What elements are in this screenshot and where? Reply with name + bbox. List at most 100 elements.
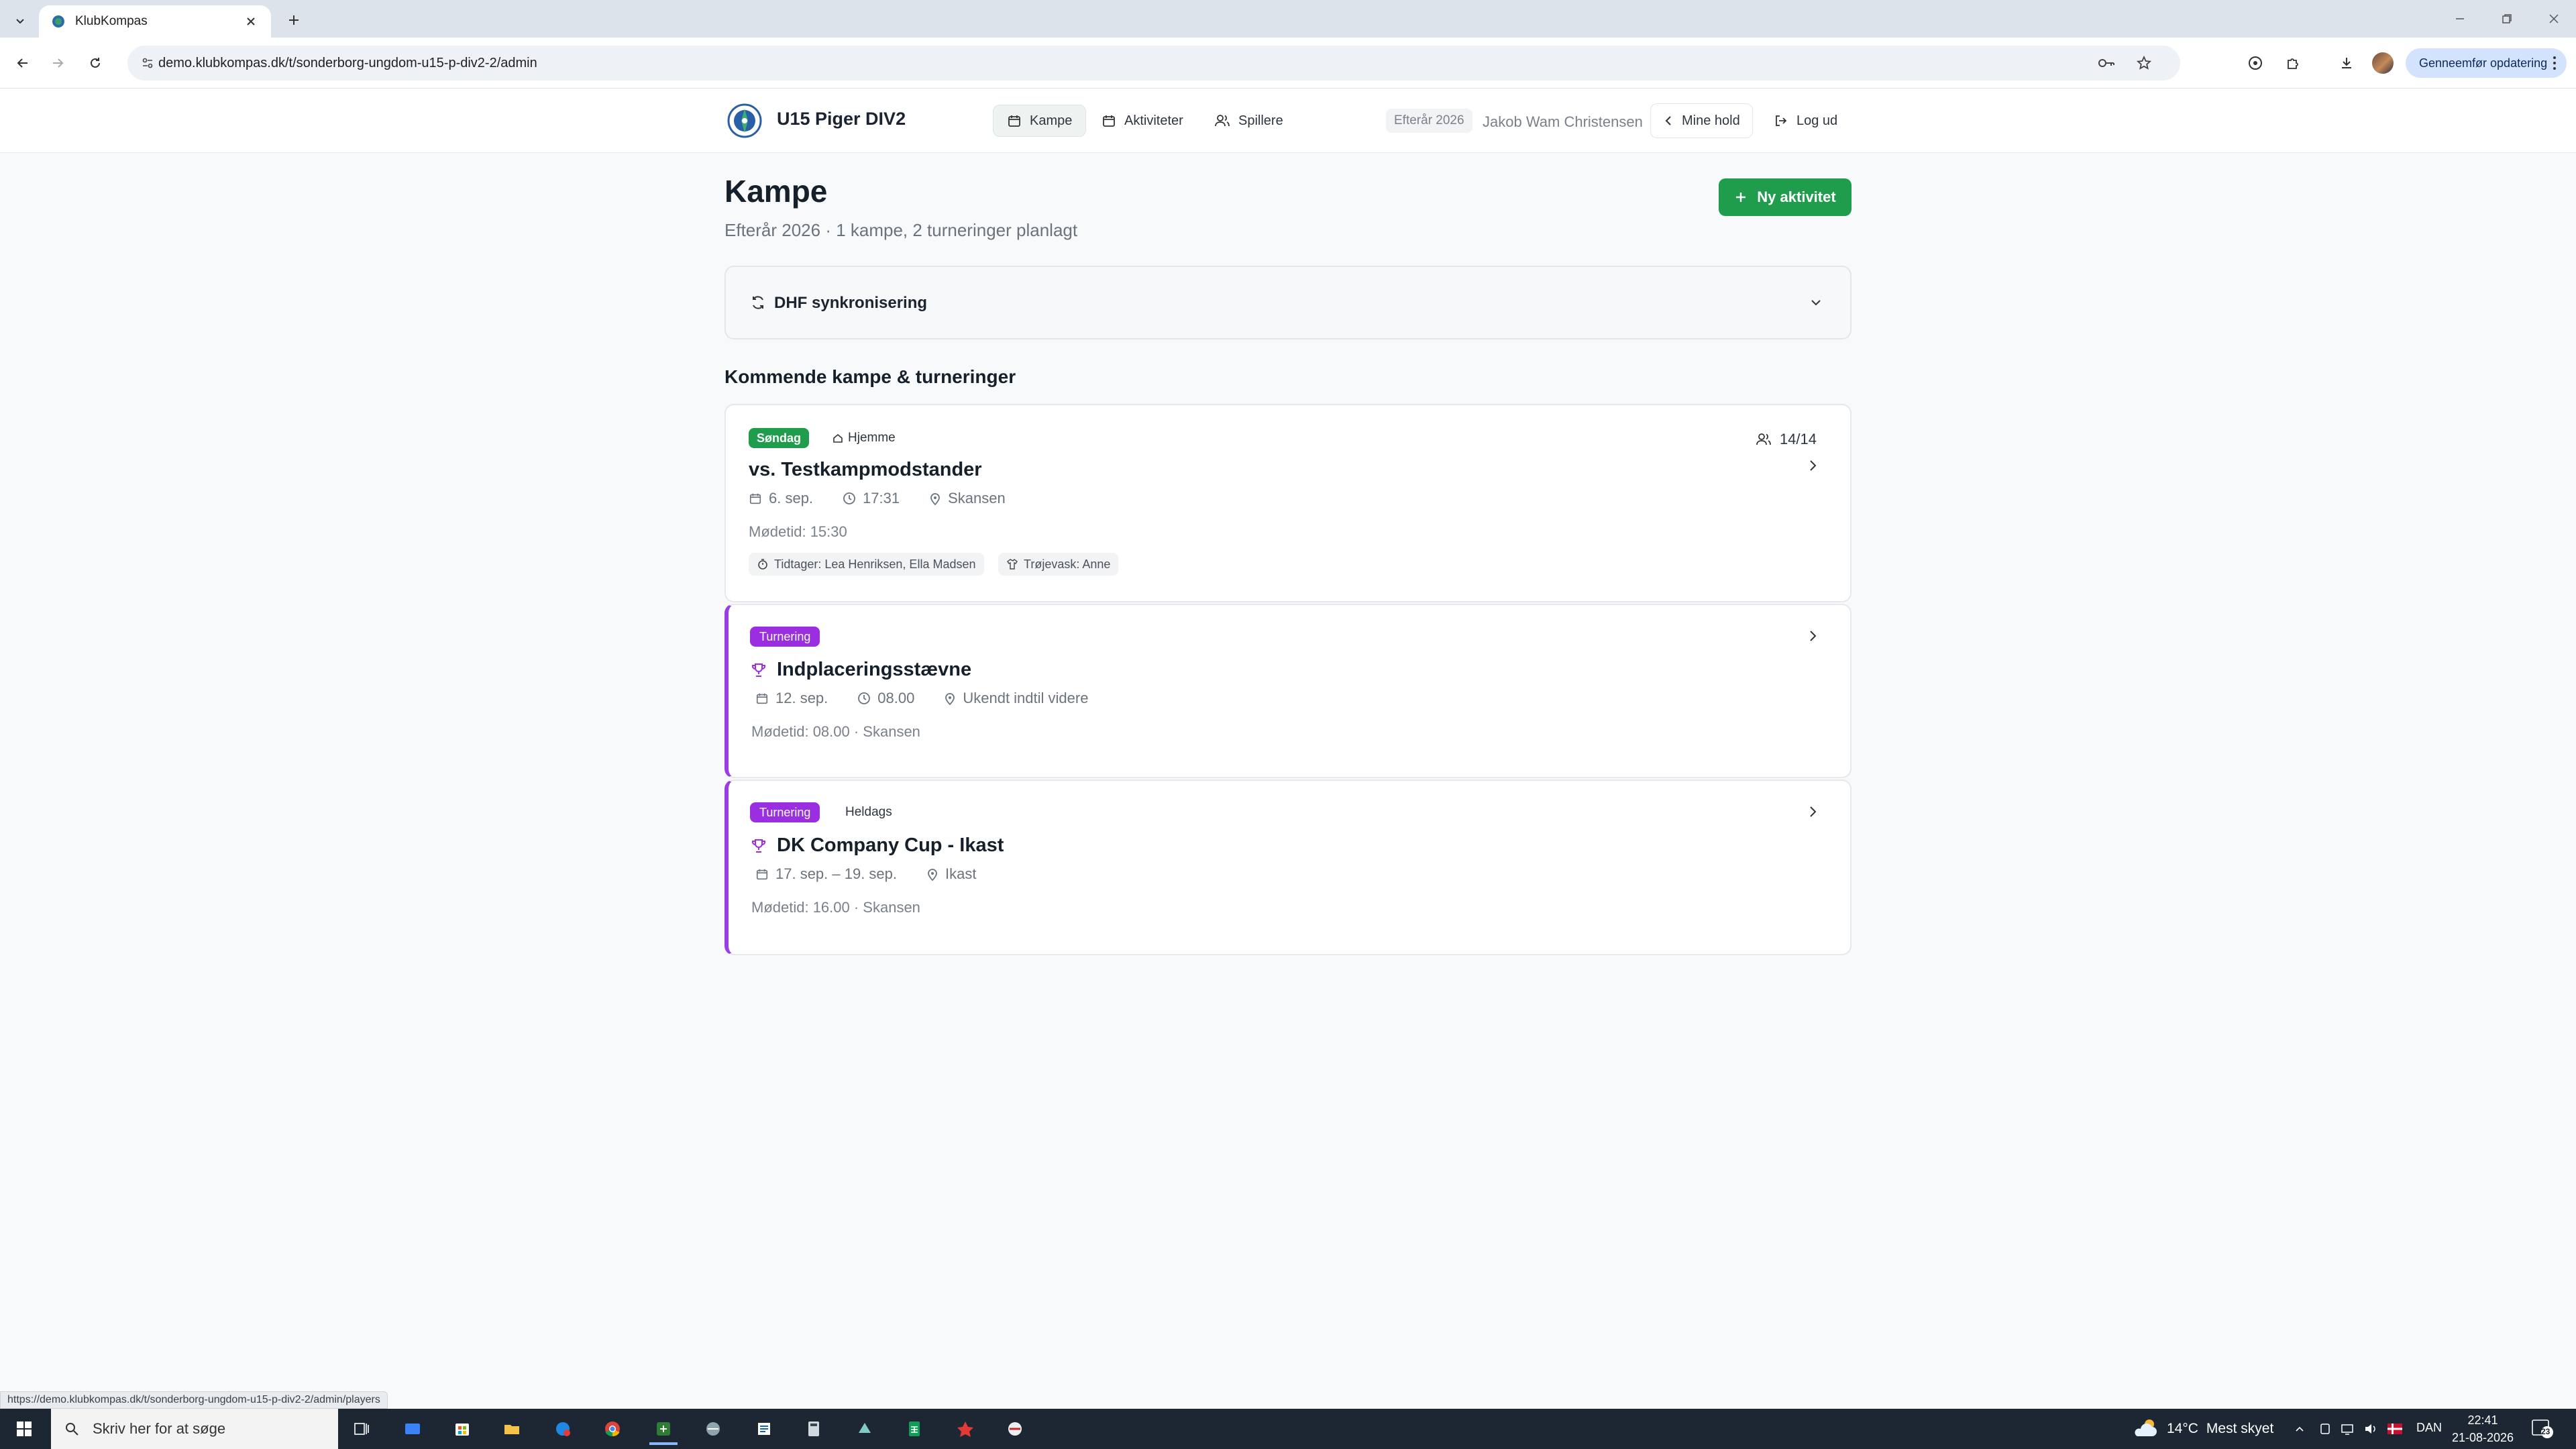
bookmark-star-icon[interactable] [2131, 50, 2157, 76]
nav-spillere[interactable]: Spillere [1201, 105, 1297, 137]
all-day-label: Heldags [845, 805, 892, 819]
logout-button[interactable]: Log ud [1764, 103, 1847, 138]
app-icon[interactable] [994, 1413, 1036, 1445]
windows-taskbar: Skriv her for at søge 14°C Mest skyet DA… [0, 1409, 2576, 1449]
update-button[interactable]: Genneemfør opdatering [2406, 48, 2567, 78]
clock-time: 22:41 [2467, 1413, 2498, 1427]
event-card-tournament[interactable]: Turnering Indplaceringsstævne 12. sep. 0… [724, 604, 1851, 778]
app-icon[interactable] [743, 1413, 785, 1445]
app-icon[interactable] [844, 1413, 885, 1445]
network-icon[interactable] [2337, 1418, 2359, 1440]
restore-button[interactable] [2483, 0, 2530, 38]
shirt-icon [1007, 559, 1018, 570]
my-teams-button[interactable]: Mine hold [1650, 103, 1753, 138]
dhf-sync-panel[interactable]: DHF synkronisering [724, 266, 1851, 339]
arrow-right-icon [53, 58, 64, 68]
event-card-match[interactable]: Søndag Hjemme 14/14 vs. Testkampmodstand… [724, 404, 1851, 602]
taskbar-search[interactable]: Skriv her for at søge [51, 1409, 338, 1449]
team-name: U15 Piger DIV2 [777, 109, 906, 129]
nav-kampe[interactable]: Kampe [993, 105, 1087, 137]
task-view-icon[interactable] [341, 1413, 382, 1445]
input-language[interactable]: DAN [2416, 1421, 2442, 1435]
my-teams-label: Mine hold [1682, 113, 1740, 128]
app-icon[interactable] [392, 1413, 433, 1445]
password-key-icon[interactable] [2093, 50, 2120, 76]
cloudy-weather-icon [2135, 1419, 2157, 1436]
volume-icon[interactable] [2360, 1418, 2381, 1440]
meeting-time: Mødetid: 15:30 [749, 523, 847, 540]
active-app-icon[interactable] [643, 1413, 684, 1445]
tournament-badge: Turnering [750, 627, 820, 647]
download-icon[interactable] [2333, 50, 2360, 76]
extension-shield-icon[interactable] [2242, 50, 2269, 76]
meeting-time: Mødetid: 08.00 · Skansen [751, 723, 920, 740]
calendar-icon [749, 493, 761, 504]
address-bar[interactable]: demo.klubkompas.dk/t/sonderborg-ungdom-u… [127, 46, 2180, 80]
site-info-icon[interactable] [134, 50, 161, 76]
season-badge: Efterår 2026 [1386, 109, 1472, 133]
notification-center-icon[interactable]: 23 [2529, 1418, 2556, 1440]
store-icon[interactable] [441, 1413, 483, 1445]
location-pin-icon [928, 869, 937, 881]
new-activity-label: Ny aktivitet [1757, 189, 1836, 205]
sync-label: DHF synkronisering [774, 294, 928, 312]
browser-tabstrip: KlubKompas [0, 0, 2576, 38]
page-subtitle: Efterår 2026 · 1 kampe, 2 turneringer pl… [724, 220, 1078, 240]
users-icon [1215, 115, 1230, 127]
close-window-button[interactable] [2530, 0, 2576, 38]
event-title-text: DK Company Cup - Ikast [777, 835, 1004, 856]
event-location: Skansen [948, 490, 1006, 506]
meeting-time: Mødetid: 16.00 · Skansen [751, 899, 920, 916]
app-icon[interactable] [945, 1413, 986, 1445]
extensions-puzzle-icon[interactable] [2279, 50, 2306, 76]
weather-widget[interactable]: 14°C Mest skyet [2132, 1409, 2273, 1449]
event-time: 17:31 [863, 490, 900, 506]
tab-list-button[interactable] [7, 8, 34, 35]
sheets-icon[interactable] [894, 1413, 935, 1445]
url-text[interactable]: demo.klubkompas.dk/t/sonderborg-ungdom-u… [158, 56, 537, 71]
trophy-icon [751, 839, 766, 853]
forward-button[interactable] [44, 50, 71, 76]
chevron-up-icon[interactable] [2289, 1418, 2310, 1440]
profile-avatar[interactable] [2372, 52, 2394, 74]
home-tag-label: Hjemme [848, 431, 896, 445]
update-label: Genneemfør opdatering [2419, 56, 2548, 70]
back-button[interactable] [9, 50, 36, 76]
chevron-left-icon [1665, 116, 1671, 125]
nav-aktiviteter[interactable]: Aktiviteter [1088, 105, 1197, 137]
main-content: Kampe Efterår 2026 · 1 kampe, 2 turnerin… [0, 153, 2576, 1407]
flag-icon[interactable] [2384, 1418, 2406, 1440]
calculator-icon[interactable] [793, 1413, 835, 1445]
tray-app-icon[interactable] [2314, 1418, 2336, 1440]
mail-icon[interactable] [542, 1413, 584, 1445]
new-tab-button[interactable] [282, 8, 306, 32]
event-time: 08.00 [877, 690, 915, 706]
location-pin-icon [945, 693, 955, 705]
reload-button[interactable] [82, 50, 109, 76]
club-logo[interactable] [726, 102, 763, 140]
start-button[interactable] [0, 1409, 48, 1449]
event-title-text: Indplaceringsstævne [777, 659, 972, 680]
browser-tab-active[interactable]: KlubKompas [39, 5, 271, 38]
calendar-icon [756, 869, 768, 880]
file-explorer-icon[interactable] [491, 1413, 533, 1445]
new-activity-button[interactable]: Ny aktivitet [1719, 178, 1851, 216]
sync-icon [753, 296, 763, 309]
calendar-icon [1008, 115, 1020, 127]
event-card-tournament[interactable]: Turnering Heldags DK Company Cup - Ikast… [724, 780, 1851, 955]
shirt-wash-label: Trøjevask: Anne [1024, 557, 1111, 571]
event-title: Indplaceringsstævne [750, 659, 971, 681]
app-icon[interactable] [692, 1413, 734, 1445]
page-title: Kampe [724, 174, 828, 209]
klubkompas-favicon [52, 15, 64, 28]
tournament-badge: Turnering [750, 802, 820, 822]
close-tab-icon[interactable] [241, 12, 260, 31]
day-badge: Søndag [749, 428, 809, 448]
clock-date: 21-08-2026 [2451, 1431, 2514, 1444]
event-date: 17. sep. – 19. sep. [775, 865, 898, 882]
location-pin-icon [930, 493, 941, 505]
minimize-button[interactable] [2436, 0, 2483, 38]
section-title: Kommende kampe & turneringer [724, 366, 1016, 387]
clock[interactable]: 22:41 21-08-2026 [2446, 1411, 2520, 1446]
chrome-icon[interactable] [592, 1413, 633, 1445]
